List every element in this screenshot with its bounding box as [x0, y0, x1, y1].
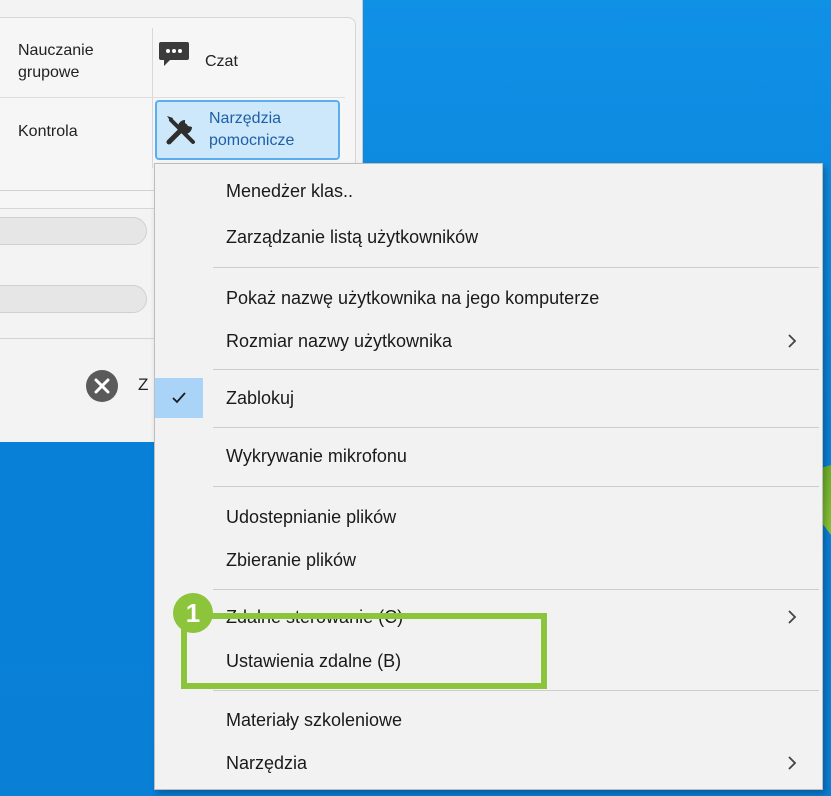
menu-item-udostepnianie-plikow[interactable]: Udostepnianie plików — [155, 497, 822, 537]
menu-item-label: Pokaż nazwę użytkownika na jego komputer… — [226, 288, 600, 308]
ribbon-label-line: Narzędzia — [209, 110, 282, 127]
close-button[interactable] — [86, 370, 118, 402]
menu-separator — [213, 369, 819, 370]
menu-separator — [213, 486, 819, 487]
menu-item-pokaz-nazwe-uzytkownika[interactable]: Pokaż nazwę użytkownika na jego komputer… — [155, 278, 822, 318]
menu-separator — [213, 589, 819, 590]
menu-separator — [213, 267, 819, 268]
chevron-right-icon — [788, 334, 797, 348]
menu-item-label: Rozmiar nazwy użytkownika — [226, 331, 453, 351]
chat-icon — [159, 42, 189, 66]
menu-item-label: Zablokuj — [226, 388, 295, 408]
chevron-right-icon — [788, 756, 797, 770]
menu-item-zablokuj[interactable]: Zablokuj — [155, 378, 822, 418]
ribbon-button-narzedzia-pomocnicze[interactable]: Narzędzia pomocnicze — [155, 100, 340, 160]
menu-item-label: Zbieranie plików — [226, 550, 357, 570]
close-button-label: Z — [138, 375, 149, 394]
ribbon-button-nauczanie-grupowe[interactable]: Nauczanie grupowe — [18, 40, 94, 84]
menu-item-label: Udostepnianie plików — [226, 507, 397, 527]
menu-separator — [213, 690, 819, 691]
tools-icon — [166, 116, 195, 145]
menu-item-narzedzia[interactable]: Narzędzia — [155, 743, 822, 783]
menu-item-rozmiar-nazwy-uzytkownika[interactable]: Rozmiar nazwy użytkownika — [155, 321, 822, 361]
chevron-right-icon — [788, 610, 797, 624]
menu-item-label: Menedżer klas.. — [226, 181, 354, 201]
ribbon-button-czat[interactable]: Czat — [205, 51, 238, 73]
ribbon-label: grupowe — [18, 64, 80, 81]
ribbon-label: Nauczanie — [18, 42, 94, 59]
menu-item-materialy-szkoleniowe[interactable]: Materiały szkoleniowe — [155, 700, 822, 740]
ribbon-divider — [0, 97, 345, 98]
menu-item-label: Wykrywanie mikrofonu — [226, 446, 407, 466]
menu-item-zbieranie-plikow[interactable]: Zbieranie plików — [155, 540, 822, 580]
ribbon-label-line: pomocnicze — [209, 132, 295, 149]
annotation-highlight-box — [181, 613, 547, 689]
menu-item-label: Narzędzia — [226, 753, 308, 773]
slider-track[interactable] — [0, 285, 147, 313]
menu-item-zarzadzanie-lista-uzytkownikow[interactable]: Zarządzanie listą użytkowników — [155, 217, 822, 257]
ribbon-divider — [152, 28, 153, 168]
slider-track[interactable] — [0, 217, 147, 245]
annotation-step-badge: 1 — [173, 593, 213, 633]
check-icon — [172, 392, 186, 404]
menu-item-label: Zarządzanie listą użytkowników — [226, 227, 479, 247]
close-icon — [94, 378, 110, 394]
context-menu: Menedżer klas.. Zarządzanie listą użytko… — [154, 163, 823, 790]
ribbon-button-kontrola[interactable]: Kontrola — [18, 121, 78, 143]
menu-item-wykrywanie-mikrofonu[interactable]: Wykrywanie mikrofonu — [155, 436, 822, 476]
menu-separator — [213, 427, 819, 428]
menu-item-menedzer-klas[interactable]: Menedżer klas.. — [155, 171, 822, 211]
menu-item-label: Materiały szkoleniowe — [226, 710, 403, 730]
ribbon-label: Narzędzia pomocnicze — [209, 108, 294, 152]
check-indicator — [155, 378, 203, 418]
